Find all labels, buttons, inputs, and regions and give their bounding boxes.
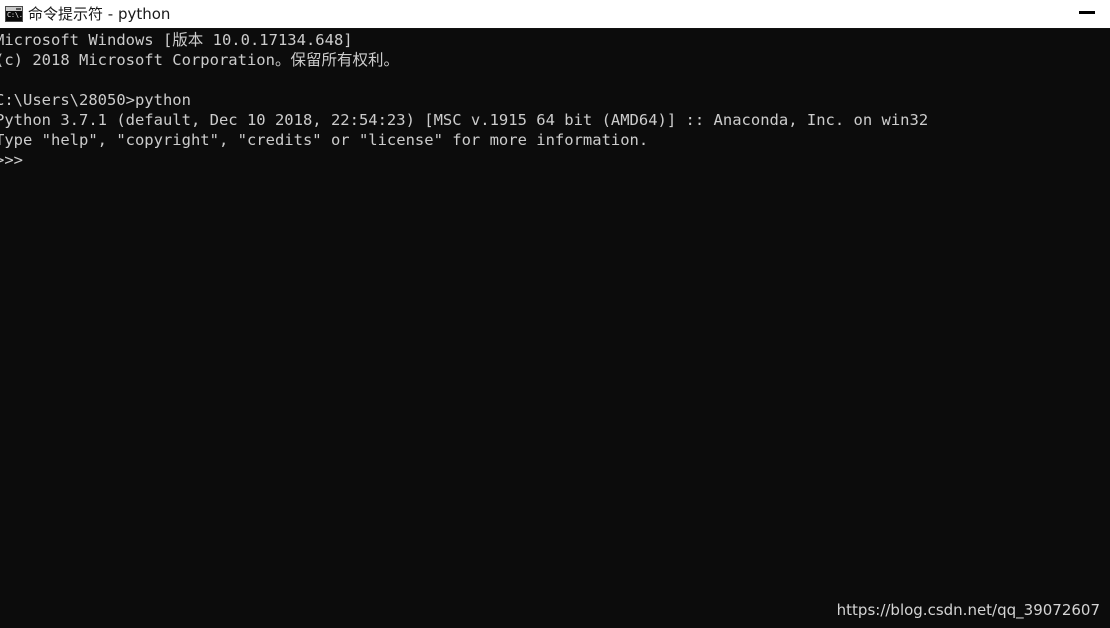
command-prompt-window: C:\. 命令提示符 - python Microsoft Windows [版…: [0, 0, 1110, 628]
terminal-output-area[interactable]: Microsoft Windows [版本 10.0.17134.648] (c…: [0, 30, 1110, 628]
console-prompt-line[interactable]: >>>: [0, 151, 23, 169]
console-line: C:\Users\28050>python: [0, 91, 191, 109]
minimize-icon: [1079, 11, 1095, 14]
minimize-button[interactable]: [1064, 0, 1110, 29]
window-titlebar[interactable]: C:\. 命令提示符 - python: [0, 0, 1110, 29]
console-line: Type "help", "copyright", "credits" or "…: [0, 131, 649, 149]
window-controls: [1064, 0, 1110, 29]
console-line: (c) 2018 Microsoft Corporation。保留所有权利。: [0, 51, 399, 69]
console-line: Python 3.7.1 (default, Dec 10 2018, 22:5…: [0, 111, 929, 129]
cmd-icon-label: C:\.: [7, 11, 23, 19]
console-line: Microsoft Windows [版本 10.0.17134.648]: [0, 31, 353, 49]
console-text: Microsoft Windows [版本 10.0.17134.648] (c…: [0, 30, 928, 170]
cmd-console-icon: C:\.: [5, 6, 23, 22]
watermark-text: https://blog.csdn.net/qq_39072607: [836, 601, 1100, 619]
window-title: 命令提示符 - python: [28, 5, 171, 23]
